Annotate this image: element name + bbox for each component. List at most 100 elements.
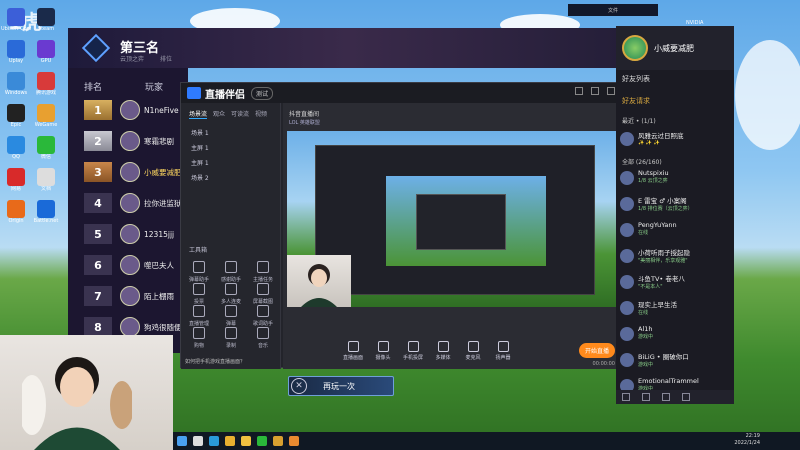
friend-item[interactable]: Nutspixiu 1/8 云顶之弈 (620, 169, 730, 189)
friend-item[interactable]: 斗鱼TV• 卷老八 "不是本人" (620, 273, 730, 293)
chat-icon[interactable] (622, 393, 630, 401)
tool-button[interactable]: 主播任务 (249, 261, 277, 283)
tool-button[interactable]: 购物 (185, 327, 213, 349)
app-icon (7, 104, 25, 122)
avatar[interactable] (120, 131, 140, 151)
desktop-icon[interactable]: Uplay (2, 40, 30, 64)
desktop-icon[interactable]: 网易 (2, 168, 30, 192)
app-icon (37, 200, 55, 218)
stream-category[interactable]: LOL 英雄联盟 (289, 119, 320, 126)
avatar[interactable] (622, 35, 648, 61)
tool-icon (257, 283, 269, 295)
tool-button[interactable]: 音乐 (249, 327, 277, 349)
tool-button[interactable]: 投票 (185, 283, 213, 305)
scene-item[interactable]: 主屏 1 (181, 155, 280, 170)
chrome-icon[interactable] (225, 436, 235, 446)
avatar[interactable] (120, 286, 140, 306)
close-icon[interactable] (607, 87, 615, 95)
source-icon (407, 341, 419, 352)
start-stream-button[interactable]: 开始直播 (578, 343, 615, 358)
edge-icon[interactable] (209, 436, 219, 446)
stream-title[interactable]: 抖音直播间 (289, 109, 319, 118)
close-icon[interactable]: ✕ (291, 378, 307, 394)
stream-preview[interactable] (287, 131, 617, 307)
desktop-icon[interactable]: 腾讯游戏 (32, 72, 60, 96)
app-icon[interactable] (289, 436, 299, 446)
desktop-icon[interactable]: Windows (2, 72, 30, 96)
friend-item[interactable]: 风雅云过日照底 ✨ ✨ ✨ (620, 130, 730, 150)
friend-status: 1/8 云顶之弈 (638, 178, 668, 184)
tab-2[interactable]: 可读流 (231, 109, 249, 119)
tool-button[interactable]: 多人连麦 (217, 283, 245, 305)
source-button[interactable]: 直播画面 (341, 341, 365, 361)
player-name: N1neFive (144, 105, 179, 115)
settings-icon[interactable] (662, 393, 670, 401)
avatar (620, 197, 634, 211)
minimize-icon[interactable] (575, 87, 583, 95)
group-all[interactable]: 全部 (26/160) (622, 157, 662, 166)
scene-item[interactable]: 场景 1 (181, 125, 280, 140)
group-recent[interactable]: 最近 • (1/1) (622, 116, 656, 125)
friend-item[interactable]: 小荷听雨子授起隐 "美丽相伴，乐享观雅" (620, 247, 730, 267)
friend-name: BiLiG • 圈破你口 (638, 353, 689, 361)
app-icon (37, 40, 55, 58)
friend-item[interactable]: BiLiG • 圈破你口 游戏中 (620, 351, 730, 371)
source-button[interactable]: 摄像头 (371, 341, 395, 361)
friend-name: 现实上早生活 (638, 301, 677, 309)
tab-1[interactable]: 观众 (213, 109, 225, 119)
avatar[interactable] (120, 162, 140, 182)
tool-button[interactable]: 感谢助手 (217, 261, 245, 283)
tab-3[interactable]: 视频 (255, 109, 267, 119)
game-icon[interactable] (273, 436, 283, 446)
maximize-icon[interactable] (591, 87, 599, 95)
avatar[interactable] (120, 317, 140, 337)
friend-item[interactable]: 现实上早生活 在线 (620, 299, 730, 319)
avatar[interactable] (120, 255, 140, 275)
friend-item[interactable]: PengYuYann 在线 (620, 221, 730, 241)
tab-0[interactable]: 场景流 (189, 109, 208, 119)
play-again-button[interactable]: ✕ 再玩一次 (288, 376, 394, 396)
desktop-icon[interactable]: QQ (2, 136, 30, 160)
version-badge[interactable]: 测试 (251, 86, 274, 100)
list-icon[interactable] (682, 393, 690, 401)
avatar[interactable] (120, 224, 140, 244)
source-button[interactable]: 手机投屏 (401, 341, 425, 361)
source-button[interactable]: 多媒体 (431, 341, 455, 361)
friend-requests[interactable]: 好友请求 (622, 96, 650, 106)
friend-name: 斗鱼TV• 卷老八 (638, 275, 685, 283)
source-button[interactable]: 麦克风 (461, 341, 485, 361)
mic-icon[interactable] (642, 393, 650, 401)
search-icon[interactable] (193, 436, 203, 446)
scene-item[interactable]: 场景 2 (181, 170, 280, 185)
desktop-icon[interactable]: Ubisoft Connect (1, 8, 31, 32)
friend-name: EmotionalTrammel (638, 377, 699, 385)
tool-label: 购物 (193, 343, 204, 349)
desktop-icon[interactable]: 微信 (32, 136, 60, 160)
desktop-icon[interactable]: Origin (2, 200, 30, 224)
source-label: 手机投屏 (402, 355, 423, 361)
desktop-icon[interactable]: Epic (2, 104, 30, 128)
source-button[interactable]: 扬声器 (491, 341, 515, 361)
preview-nested-app (315, 145, 595, 295)
avatar[interactable] (120, 100, 140, 120)
wechat-icon[interactable] (257, 436, 267, 446)
desktop-icon[interactable]: Steam (32, 8, 60, 32)
tool-button[interactable]: 屏幕截图 (249, 283, 277, 305)
tool-button[interactable]: 录制 (217, 327, 245, 349)
tool-button[interactable]: 弹幕 (217, 305, 245, 327)
desktop-icon[interactable]: 文档 (32, 168, 60, 192)
desktop-icon[interactable]: GPU (32, 40, 60, 64)
scene-item[interactable]: 主屏 1 (181, 140, 280, 155)
top-window-label[interactable]: 文件 (568, 4, 658, 16)
friend-item[interactable]: E 雷宝 ♂ 小案阁 1/8 排位赛（云顶之弈） (620, 195, 730, 215)
tool-button[interactable]: 歌词助手 (249, 305, 277, 327)
avatar[interactable] (120, 193, 140, 213)
friend-item[interactable]: Al1h 游戏中 (620, 325, 730, 345)
help-link[interactable]: 如何把手机游戏直播画面？ (185, 358, 245, 365)
desktop-icon[interactable]: WeGame (32, 104, 60, 128)
explorer-icon[interactable] (241, 436, 251, 446)
tool-button[interactable]: 弹幕助手 (185, 261, 213, 283)
desktop-icon[interactable]: Battle.net (32, 200, 60, 224)
tool-button[interactable]: 直播管理 (185, 305, 213, 327)
start-icon[interactable] (177, 436, 187, 446)
